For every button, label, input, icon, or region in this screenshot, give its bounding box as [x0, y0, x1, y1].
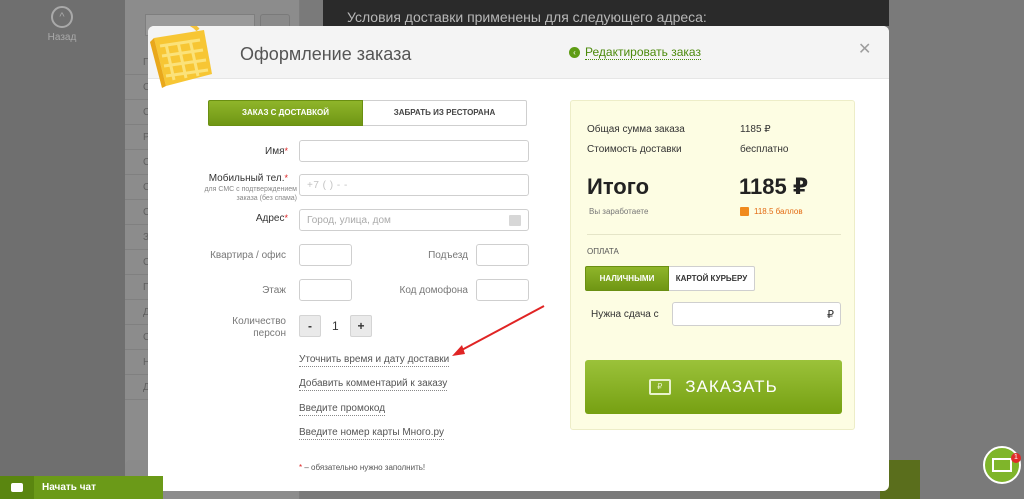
intercom-input[interactable] — [476, 279, 529, 301]
place-order-label: ЗАКАЗАТЬ — [685, 377, 778, 396]
floor-label: Этаж — [262, 285, 286, 296]
summary-divider — [587, 234, 841, 235]
annotation-arrow — [452, 305, 545, 356]
basket-icon — [150, 26, 212, 88]
edit-order-link[interactable]: ‹ Редактировать заказ — [569, 45, 701, 60]
bonus-value: 118.5 баллов — [754, 207, 803, 216]
order-sum-value: 1185 ₽ — [740, 124, 771, 135]
close-button[interactable]: ✕ — [858, 39, 871, 59]
delivery-mode-tabs: Заказ с доставкой Забрать из ресторана — [208, 100, 527, 126]
apartment-label: Квартира / офис — [210, 250, 286, 261]
bonus-points: 118.5 баллов — [740, 207, 803, 216]
place-order-button[interactable]: ₽ ЗАКАЗАТЬ — [585, 360, 842, 414]
loyalty-card-link[interactable]: Введите номер карты Много.ру — [299, 427, 444, 440]
required-footnote: * – обязательно нужно заполнить! — [299, 463, 425, 472]
page-left-bar — [0, 0, 125, 499]
checkout-modal: Оформление заказа ‹ Редактировать заказ … — [148, 26, 889, 491]
back-button[interactable]: ^ Назад — [44, 6, 80, 43]
mail-widget-button[interactable]: 1 — [983, 446, 1021, 484]
sidebar-category-item[interactable]: П — [125, 275, 150, 300]
delivery-time-link[interactable]: Уточнить время и дату доставки — [299, 354, 450, 367]
sidebar-category-item[interactable]: С — [125, 75, 150, 100]
modal-title: Оформление заказа — [240, 44, 412, 64]
footnote-text: – обязательно нужно заполнить! — [304, 463, 426, 472]
persons-decrement-button[interactable]: - — [299, 315, 321, 337]
entrance-label: Подъезд — [428, 250, 468, 261]
required-mark: * — [284, 146, 288, 156]
start-chat-button[interactable]: Начать чат — [0, 476, 163, 499]
address-placeholder: Город, улица, дом — [307, 215, 391, 226]
persons-increment-button[interactable]: + — [350, 315, 372, 337]
sidebar-category-item[interactable]: Д — [125, 375, 150, 400]
required-mark: * — [299, 463, 303, 472]
sidebar-category-item[interactable]: С — [125, 200, 150, 225]
edit-order-label: Редактировать заказ — [585, 45, 701, 60]
pay-cash-button[interactable]: наличными — [585, 266, 669, 291]
sidebar-category-item[interactable]: С — [125, 325, 150, 350]
money-icon: ₽ — [649, 379, 672, 395]
phone-note: для СМС с подтверждением заказа (без спа… — [204, 186, 297, 202]
persons-label: Количество персон — [232, 316, 286, 339]
pay-card-button[interactable]: картой курьеру — [669, 266, 755, 291]
address-label: Адрес* — [228, 213, 288, 224]
sidebar-category-item[interactable]: Д — [125, 300, 150, 325]
change-input[interactable]: ₽ — [672, 302, 841, 326]
payment-heading: Оплата — [587, 247, 619, 256]
apartment-input[interactable] — [299, 244, 352, 266]
chat-icon — [0, 476, 34, 499]
tab-delivery[interactable]: Заказ с доставкой — [208, 100, 363, 126]
name-input[interactable] — [299, 140, 529, 162]
earn-label: Вы заработаете — [589, 207, 649, 216]
sidebar-category-item[interactable]: С — [125, 100, 150, 125]
sidebar-category-item[interactable]: С — [125, 250, 150, 275]
address-label-text: Адрес — [255, 213, 285, 224]
total-label: Итого — [587, 174, 650, 199]
phone-input[interactable]: +7 ( ) - - — [299, 174, 529, 196]
phone-label: Мобильный тел.* — [188, 173, 288, 184]
order-summary-panel: Общая сумма заказа 1185 ₽ Стоимость дост… — [570, 100, 855, 430]
arrow-left-icon: ‹ — [569, 47, 580, 58]
sidebar-category-item[interactable]: С — [125, 150, 150, 175]
name-label-text: Имя — [265, 146, 285, 157]
sidebar-category-item[interactable]: Н — [125, 350, 150, 375]
delivery-cost-label: Стоимость доставки — [587, 144, 682, 155]
required-mark: * — [284, 213, 288, 223]
sidebar-category-item[interactable]: Р — [125, 125, 150, 150]
modal-header: Оформление заказа ‹ Редактировать заказ … — [148, 26, 889, 79]
sidebar-category-item[interactable]: С — [125, 175, 150, 200]
back-label: Назад — [47, 32, 77, 43]
persons-value: 1 — [332, 319, 339, 333]
delivery-cost-value: бесплатно — [740, 144, 789, 155]
phone-label-text: Мобильный тел. — [208, 173, 285, 184]
intercom-label: Код домофона — [399, 285, 469, 296]
sidebar-category-item[interactable]: З — [125, 225, 150, 250]
order-sum-label: Общая сумма заказа — [587, 124, 685, 135]
name-label: Имя* — [248, 146, 288, 157]
sidebar-category-list: ПССРСССЗСПДСНД — [125, 50, 150, 400]
promo-code-link[interactable]: Введите промокод — [299, 403, 386, 416]
tab-pickup[interactable]: Забрать из ресторана — [363, 100, 527, 126]
add-comment-link[interactable]: Добавить комментарий к заказу — [299, 378, 448, 391]
envelope-icon — [992, 458, 1012, 472]
ruble-sign: ₽ — [827, 309, 834, 321]
entrance-input[interactable] — [476, 244, 529, 266]
sidebar-category-item[interactable]: П — [125, 50, 150, 75]
required-mark: * — [284, 173, 288, 183]
change-label: Нужна сдача с — [591, 309, 659, 320]
notification-badge: 1 — [1011, 453, 1021, 463]
address-input[interactable]: Город, улица, дом — [299, 209, 529, 231]
floor-input[interactable] — [299, 279, 352, 301]
page-right-bar — [890, 0, 1024, 499]
gift-icon — [740, 207, 749, 216]
start-chat-label: Начать чат — [42, 482, 96, 493]
delivery-address-banner: Условия доставки применены для следующег… — [323, 0, 889, 26]
chevron-up-icon: ^ — [51, 6, 73, 28]
map-icon[interactable] — [509, 215, 521, 226]
total-value: 1185 ₽ — [739, 174, 809, 199]
